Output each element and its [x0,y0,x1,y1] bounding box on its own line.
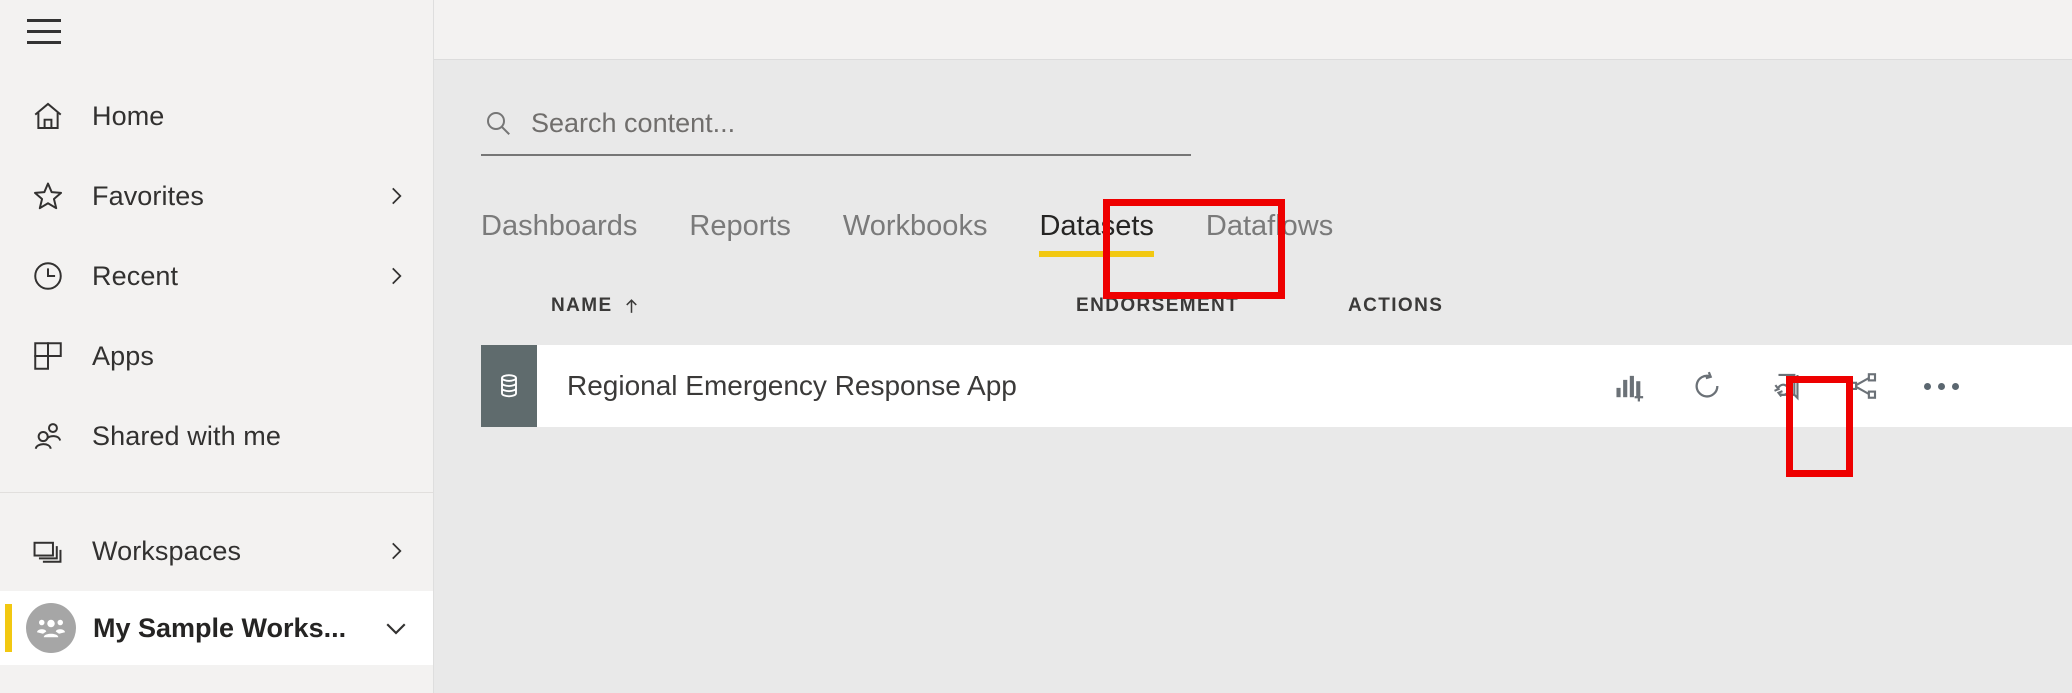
sidebar-item-label: Shared with me [92,420,281,451]
hamburger-line [27,29,61,33]
dataset-name[interactable]: Regional Emergency Response App [567,370,1077,402]
selected-accent-bar [5,604,12,652]
tab-label: Reports [689,210,791,242]
tab-reports[interactable]: Reports [663,212,817,257]
table-header-row: NAME ENDORSEMENT ACTIONS [481,285,2072,327]
sidebar-item-label: Workspaces [92,535,242,566]
content-type-tabs: Dashboards Reports Workbooks Datasets Da… [481,189,2072,299]
star-icon [26,174,70,218]
sidebar-item-apps[interactable]: Apps [0,316,433,396]
group-avatar-icon [26,603,76,653]
sidebar-divider [0,492,433,493]
tab-label: Workbooks [842,210,988,242]
column-header-name-label: NAME [551,295,613,316]
create-report-icon[interactable] [1606,363,1652,409]
tab-label: Dataflows [1205,210,1334,242]
chevron-right-icon[interactable] [381,536,411,566]
hamburger-row [0,0,433,62]
left-navigation-sidebar: Home Favorites Recent Apps Shared with m… [0,0,434,693]
chevron-right-icon[interactable] [381,261,411,291]
clock-icon [26,254,70,298]
sidebar-item-recent[interactable]: Recent [0,236,433,316]
primary-nav-list: Home Favorites Recent Apps Shared with m… [0,62,433,476]
dot [1923,382,1931,390]
active-tab-underline [1039,251,1154,257]
sort-ascending-icon [622,297,641,316]
workspace-content: Dashboards Reports Workbooks Datasets Da… [434,60,2072,693]
share-icon[interactable] [1840,363,1886,409]
sidebar-item-selected-workspace[interactable]: My Sample Works... [0,591,433,665]
sidebar-item-workspaces[interactable]: Workspaces [0,511,433,591]
power-bi-workspace-page: Home Favorites Recent Apps Shared with m… [0,0,2072,693]
column-header-actions: ACTIONS [1348,295,1648,317]
sidebar-item-shared-with-me[interactable]: Shared with me [0,396,433,476]
tab-dataflows[interactable]: Dataflows [1180,212,1359,257]
navigation-menu-icon[interactable] [27,16,65,46]
schedule-refresh-icon[interactable] [1762,363,1808,409]
ellipsis-dots [1923,382,1959,390]
column-header-name[interactable]: NAME [551,295,1076,317]
chevron-down-icon[interactable] [381,613,411,643]
refresh-now-icon[interactable] [1684,363,1730,409]
top-command-bar [434,0,2072,60]
selected-workspace-label: My Sample Works... [93,612,347,643]
hamburger-line [27,18,61,22]
sidebar-item-label: Recent [92,260,179,291]
main-content-area: Dashboards Reports Workbooks Datasets Da… [434,0,2072,693]
home-icon [26,94,70,138]
tab-dashboards[interactable]: Dashboards [481,212,663,257]
table-row[interactable]: Regional Emergency Response App [481,345,2072,427]
layers-icon [26,529,70,573]
column-header-actions-label: ACTIONS [1348,295,1444,316]
search-input[interactable] [531,107,1151,139]
tab-label: Dashboards [481,210,638,242]
sidebar-item-home[interactable]: Home [0,76,433,156]
column-header-endorsement-label: ENDORSEMENT [1076,295,1240,316]
apps-grid-icon [26,334,70,378]
tab-label: Datasets [1039,210,1154,242]
tab-datasets[interactable]: Datasets [1013,212,1179,257]
dataset-database-icon [481,345,537,427]
sidebar-item-label: Home [92,100,165,131]
search-box[interactable] [481,106,1191,156]
more-options-icon[interactable] [1918,363,1964,409]
dot [1951,382,1959,390]
chevron-right-icon[interactable] [381,181,411,211]
dot [1937,382,1945,390]
sidebar-item-label: Apps [92,340,154,371]
tab-workbooks[interactable]: Workbooks [817,212,1014,257]
row-action-buttons [1606,363,1964,409]
search-icon [481,106,515,140]
sidebar-item-label: Favorites [92,180,204,211]
workspaces-section: Workspaces My Sample Works... [0,511,433,665]
column-header-endorsement: ENDORSEMENT [1076,295,1348,317]
people-icon [26,414,70,458]
hamburger-line [27,40,61,44]
sidebar-item-favorites[interactable]: Favorites [0,156,433,236]
